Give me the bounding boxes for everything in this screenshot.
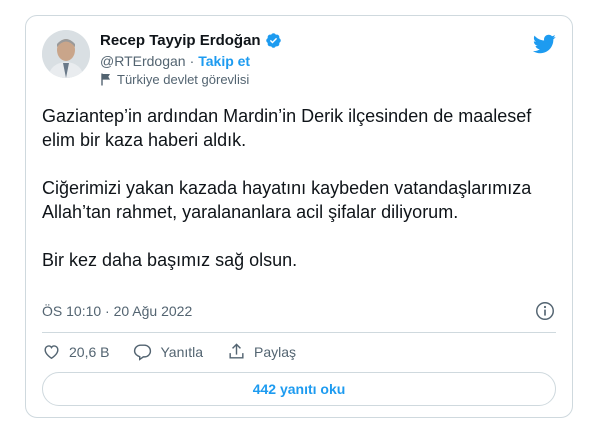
reply-label: Yanıtla (160, 343, 204, 360)
author-handle[interactable]: @RTErdogan (100, 53, 186, 69)
like-button[interactable]: 20,6 B (42, 342, 109, 361)
account-label: Türkiye devlet görevlisi (117, 72, 250, 87)
tweet-paragraph: Bir kez daha başımız sağ olsun. (42, 250, 298, 270)
handle-row: @RTErdogan · Takip et (100, 53, 250, 69)
reply-icon (134, 344, 152, 361)
flag-icon (101, 73, 110, 86)
follow-button[interactable]: Takip et (198, 53, 250, 69)
account-label-row: Türkiye devlet görevlisi (100, 72, 249, 87)
info-icon[interactable] (534, 300, 556, 322)
handle-separator: · (189, 53, 195, 69)
reply-button[interactable]: Yanıtla (133, 342, 203, 361)
tweet-paragraph: Gaziantep’in ardından Mardin’in Derik il… (42, 106, 532, 150)
share-label: Paylaş (254, 343, 297, 360)
share-icon (229, 343, 244, 359)
avatar-image (42, 30, 90, 78)
verified-badge-icon (265, 33, 281, 48)
divider (42, 332, 556, 333)
tweet-text: Gaziantep’in ardından Mardin’in Derik il… (42, 104, 562, 296)
heart-icon (44, 345, 59, 360)
tweet-card: Recep Tayyip Erdoğan @RTErdogan · Takip … (25, 15, 573, 418)
author-name[interactable]: Recep Tayyip Erdoğan (100, 32, 261, 49)
share-button[interactable]: Paylaş (227, 342, 296, 361)
author-name-row: Recep Tayyip Erdoğan (100, 32, 282, 49)
like-count: 20,6 B (69, 343, 110, 360)
twitter-bird-icon[interactable] (532, 32, 556, 56)
tweet-paragraph: Ciğerimizi yakan kazada hayatını kaybede… (42, 178, 532, 222)
avatar[interactable] (42, 30, 90, 78)
tweet-timestamp[interactable]: ÖS 10:10 · 20 Ağu 2022 (42, 303, 192, 319)
read-replies-button[interactable]: 442 yanıtı oku (42, 372, 556, 406)
tweet-actions: 20,6 B Yanıtla Paylaş (42, 342, 320, 361)
